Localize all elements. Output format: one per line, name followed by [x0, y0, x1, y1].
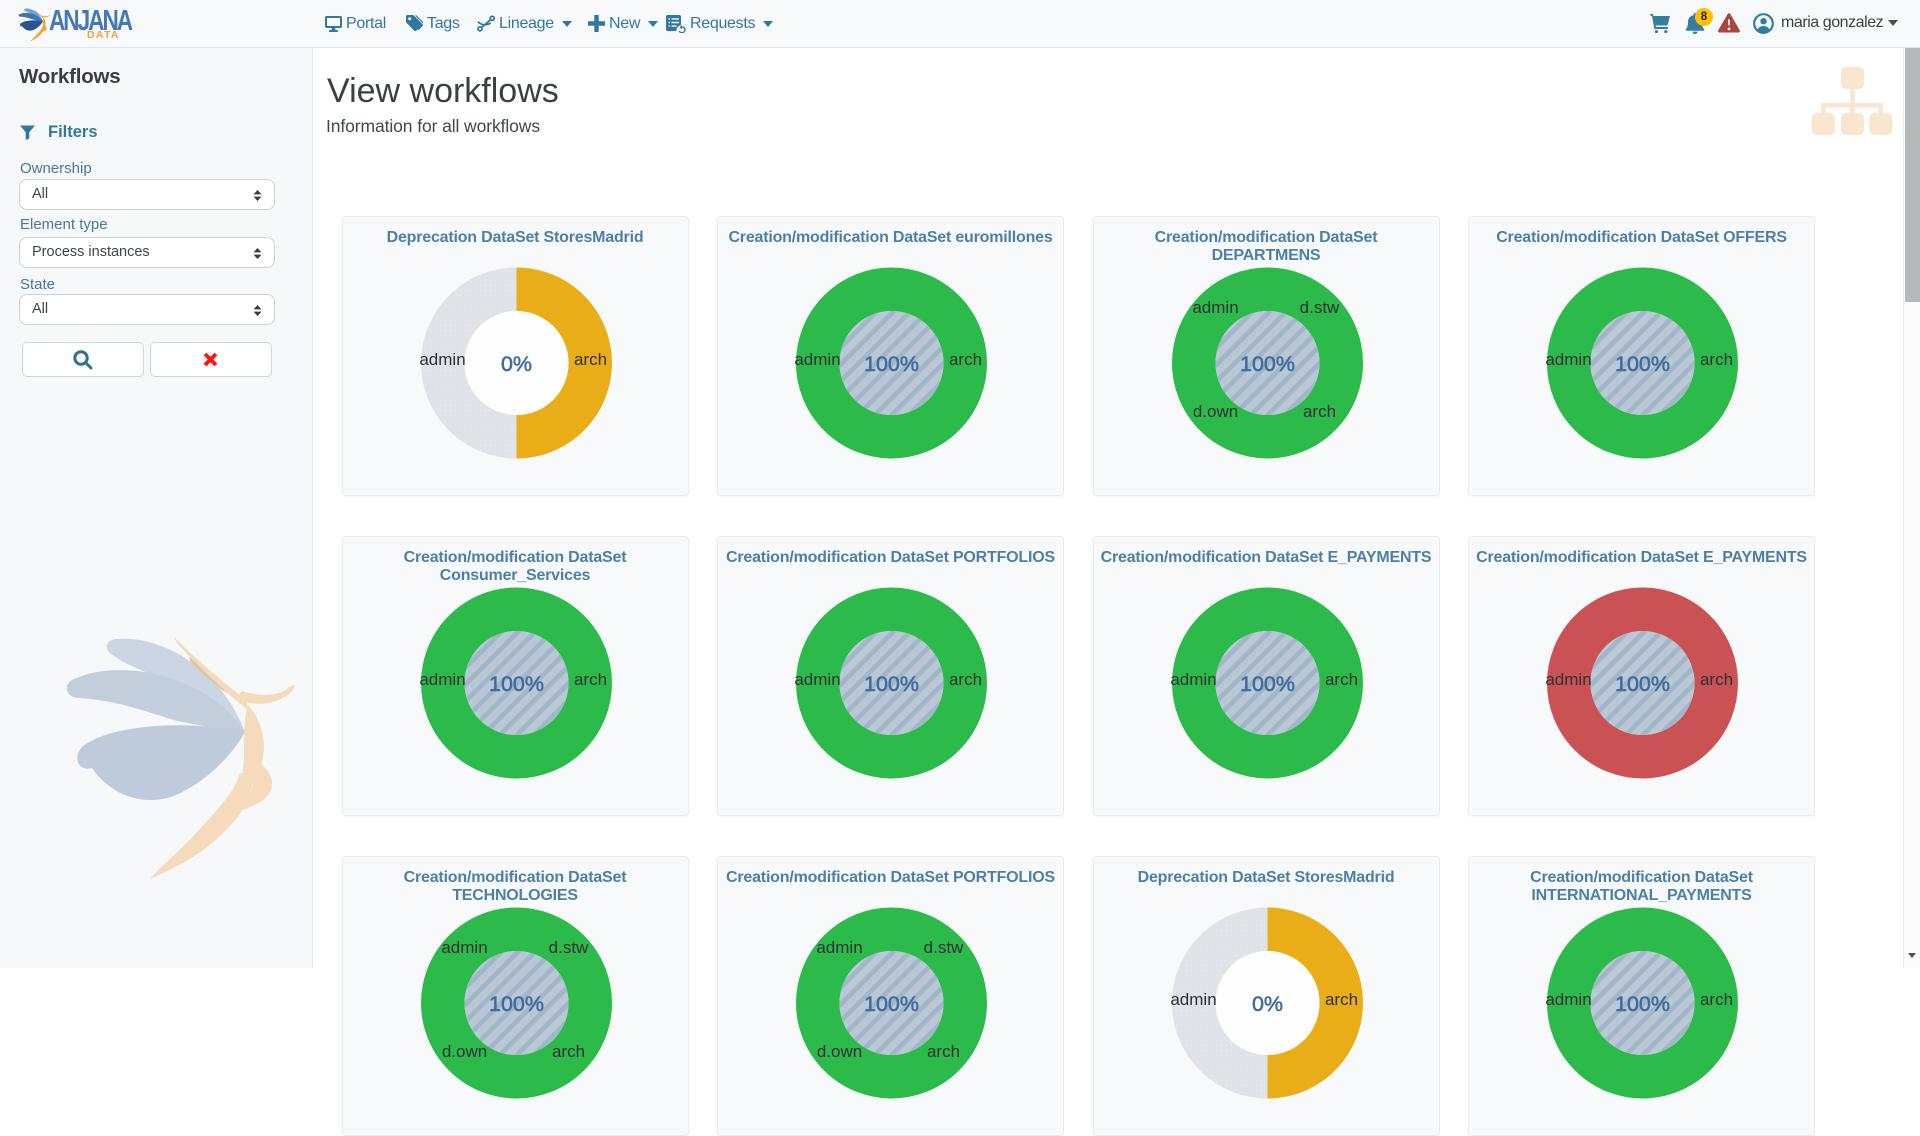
svg-text:admin: admin — [1192, 298, 1238, 317]
svg-text:arch: arch — [1700, 990, 1733, 1009]
svg-text:100%: 100% — [864, 352, 919, 376]
svg-text:100%: 100% — [1615, 992, 1670, 1016]
svg-text:admin: admin — [816, 938, 862, 957]
svg-text:arch: arch — [949, 670, 982, 689]
svg-text:d.stw: d.stw — [1299, 298, 1339, 317]
svg-text:arch: arch — [1324, 670, 1357, 689]
svg-text:arch: arch — [1324, 990, 1357, 1009]
svg-text:admin: admin — [1545, 350, 1591, 369]
svg-text:admin: admin — [1170, 670, 1216, 689]
svg-text:100%: 100% — [489, 992, 544, 1016]
svg-text:100%: 100% — [489, 672, 544, 696]
svg-text:arch: arch — [1302, 402, 1335, 421]
svg-text:admin: admin — [1545, 670, 1591, 689]
svg-text:100%: 100% — [1615, 352, 1670, 376]
svg-text:arch: arch — [1700, 670, 1733, 689]
svg-text:d.own: d.own — [1192, 402, 1237, 421]
svg-text:100%: 100% — [1240, 352, 1295, 376]
svg-text:100%: 100% — [864, 992, 919, 1016]
svg-text:d.own: d.own — [441, 1042, 486, 1061]
svg-text:d.own: d.own — [817, 1042, 862, 1061]
svg-text:d.stw: d.stw — [924, 938, 964, 957]
svg-text:0%: 0% — [1251, 992, 1282, 1016]
svg-text:admin: admin — [1545, 990, 1591, 1009]
svg-text:admin: admin — [419, 670, 465, 689]
svg-text:0%: 0% — [500, 352, 531, 376]
svg-text:arch: arch — [927, 1042, 960, 1061]
svg-text:100%: 100% — [1240, 672, 1295, 696]
svg-text:arch: arch — [949, 350, 982, 369]
svg-text:arch: arch — [573, 350, 606, 369]
svg-text:admin: admin — [794, 350, 840, 369]
svg-text:admin: admin — [441, 938, 487, 957]
svg-text:admin: admin — [1170, 990, 1216, 1009]
svg-text:admin: admin — [794, 670, 840, 689]
svg-text:admin: admin — [419, 350, 465, 369]
svg-text:arch: arch — [573, 670, 606, 689]
svg-text:100%: 100% — [864, 672, 919, 696]
svg-text:arch: arch — [1700, 350, 1733, 369]
svg-text:arch: arch — [551, 1042, 584, 1061]
svg-text:100%: 100% — [1615, 672, 1670, 696]
svg-text:d.stw: d.stw — [548, 938, 588, 957]
